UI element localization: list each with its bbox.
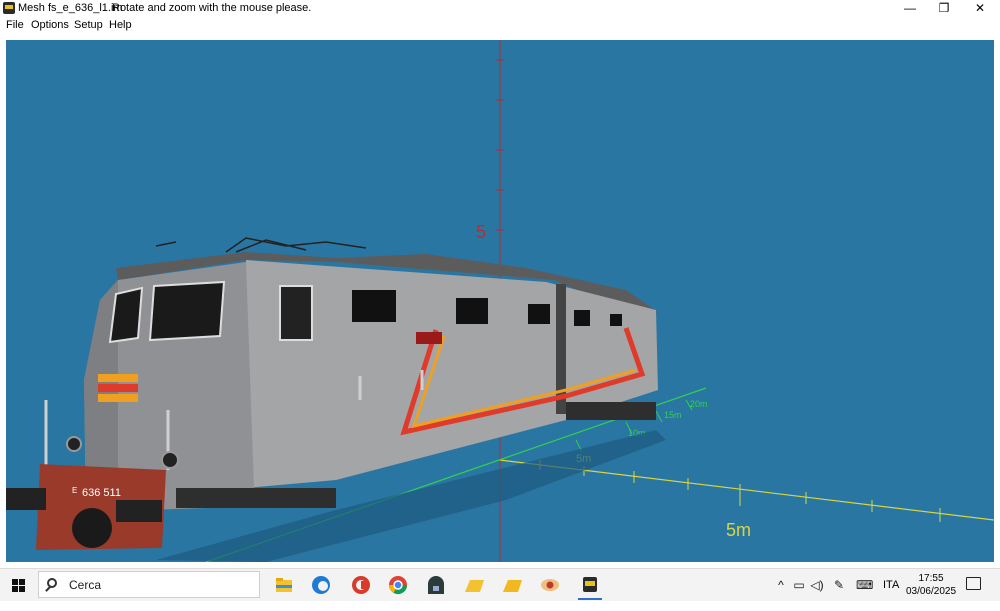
folder-yellow-2-icon[interactable]	[498, 572, 526, 598]
z-axis-label-15m: 15m	[664, 410, 682, 420]
taskbar-search[interactable]: Cerca	[38, 571, 260, 598]
z-axis-label-20m: 20m	[690, 399, 708, 409]
pen-icon[interactable]: ✎	[832, 578, 846, 592]
title-bar: Mesh fs_e_636_l1.im Rotate and zoom with…	[0, 0, 1000, 17]
ccleaner-icon[interactable]	[347, 572, 375, 598]
menu-options[interactable]: Options	[31, 19, 69, 31]
side-window-1	[352, 290, 396, 322]
number-plate-prefix: E	[72, 486, 77, 495]
start-button[interactable]	[0, 569, 36, 601]
number-plate: 636 511	[82, 487, 121, 499]
search-icon	[47, 578, 57, 588]
bogie-rear	[566, 402, 656, 420]
close-button[interactable]: ✕	[962, 0, 998, 17]
language-indicator[interactable]: ITA	[883, 579, 899, 611]
menu-setup[interactable]: Setup	[74, 19, 103, 31]
edge-icon[interactable]	[307, 572, 335, 598]
buffer-left	[6, 488, 46, 510]
y-axis-label: 5	[476, 222, 486, 242]
menu-bar: File Options Setup Help	[0, 17, 1000, 34]
coupler-hose	[72, 508, 112, 548]
clock[interactable]: 17:55 03/06/2025	[905, 572, 957, 598]
headlight-right	[161, 451, 179, 469]
pantograph	[155, 237, 367, 253]
3d-viewport[interactable]: 5 5m 5m 10m 15m 20m	[6, 40, 994, 562]
cab-window-left	[108, 286, 144, 344]
taskbar: Cerca ^ ▭ ◁) ✎ ⌨ ITA 17:55 03/06/2025	[0, 568, 1000, 601]
window-title: Mesh fs_e_636_l1.im	[18, 2, 123, 14]
bogie-front	[176, 488, 336, 508]
window-hint: Rotate and zoom with the mouse please.	[112, 2, 312, 14]
scene-canvas[interactable]: 5 5m 5m 10m 15m 20m	[6, 40, 994, 562]
menu-help[interactable]: Help	[109, 19, 132, 31]
chevron-up-icon[interactable]: ^	[774, 578, 788, 592]
search-placeholder: Cerca	[69, 578, 102, 592]
headlight-left	[66, 436, 82, 452]
chrome-icon[interactable]	[384, 572, 412, 598]
eye-app-icon[interactable]	[536, 572, 564, 598]
train-app-taskbar-icon[interactable]	[576, 572, 604, 600]
windows-icon	[12, 579, 25, 592]
clock-time: 17:55	[918, 573, 944, 584]
volume-icon[interactable]: ◁)	[810, 578, 824, 592]
locomotive-model[interactable]	[6, 237, 658, 550]
fs-logo-stripe-2	[98, 384, 138, 392]
cab-door-window	[279, 285, 313, 341]
side-window-2	[456, 298, 488, 324]
cab-window-front	[148, 280, 226, 342]
app-dark-icon[interactable]	[422, 572, 450, 598]
side-window-5	[610, 314, 622, 326]
network-icon[interactable]: ▭	[792, 578, 806, 592]
clock-date: 03/06/2025	[905, 586, 957, 597]
restore-button[interactable]: ❐	[926, 0, 962, 17]
train-app-icon	[3, 2, 15, 14]
menu-file[interactable]: File	[6, 19, 24, 31]
minimize-button[interactable]: —	[892, 0, 928, 17]
side-window-4	[574, 310, 590, 326]
x-axis-ticks	[539, 460, 941, 522]
keyboard-icon[interactable]: ⌨	[856, 578, 873, 592]
fs-logo-stripe-3	[98, 394, 138, 402]
folder-yellow-icon[interactable]	[460, 572, 488, 598]
file-explorer-icon[interactable]	[270, 572, 298, 598]
fs-logo-stripe-1	[98, 374, 138, 382]
side-window-3	[528, 304, 550, 324]
x-axis-label: 5m	[726, 520, 751, 540]
buffer-right	[116, 500, 162, 522]
notification-icon[interactable]	[966, 577, 981, 590]
side-plate	[416, 332, 442, 344]
